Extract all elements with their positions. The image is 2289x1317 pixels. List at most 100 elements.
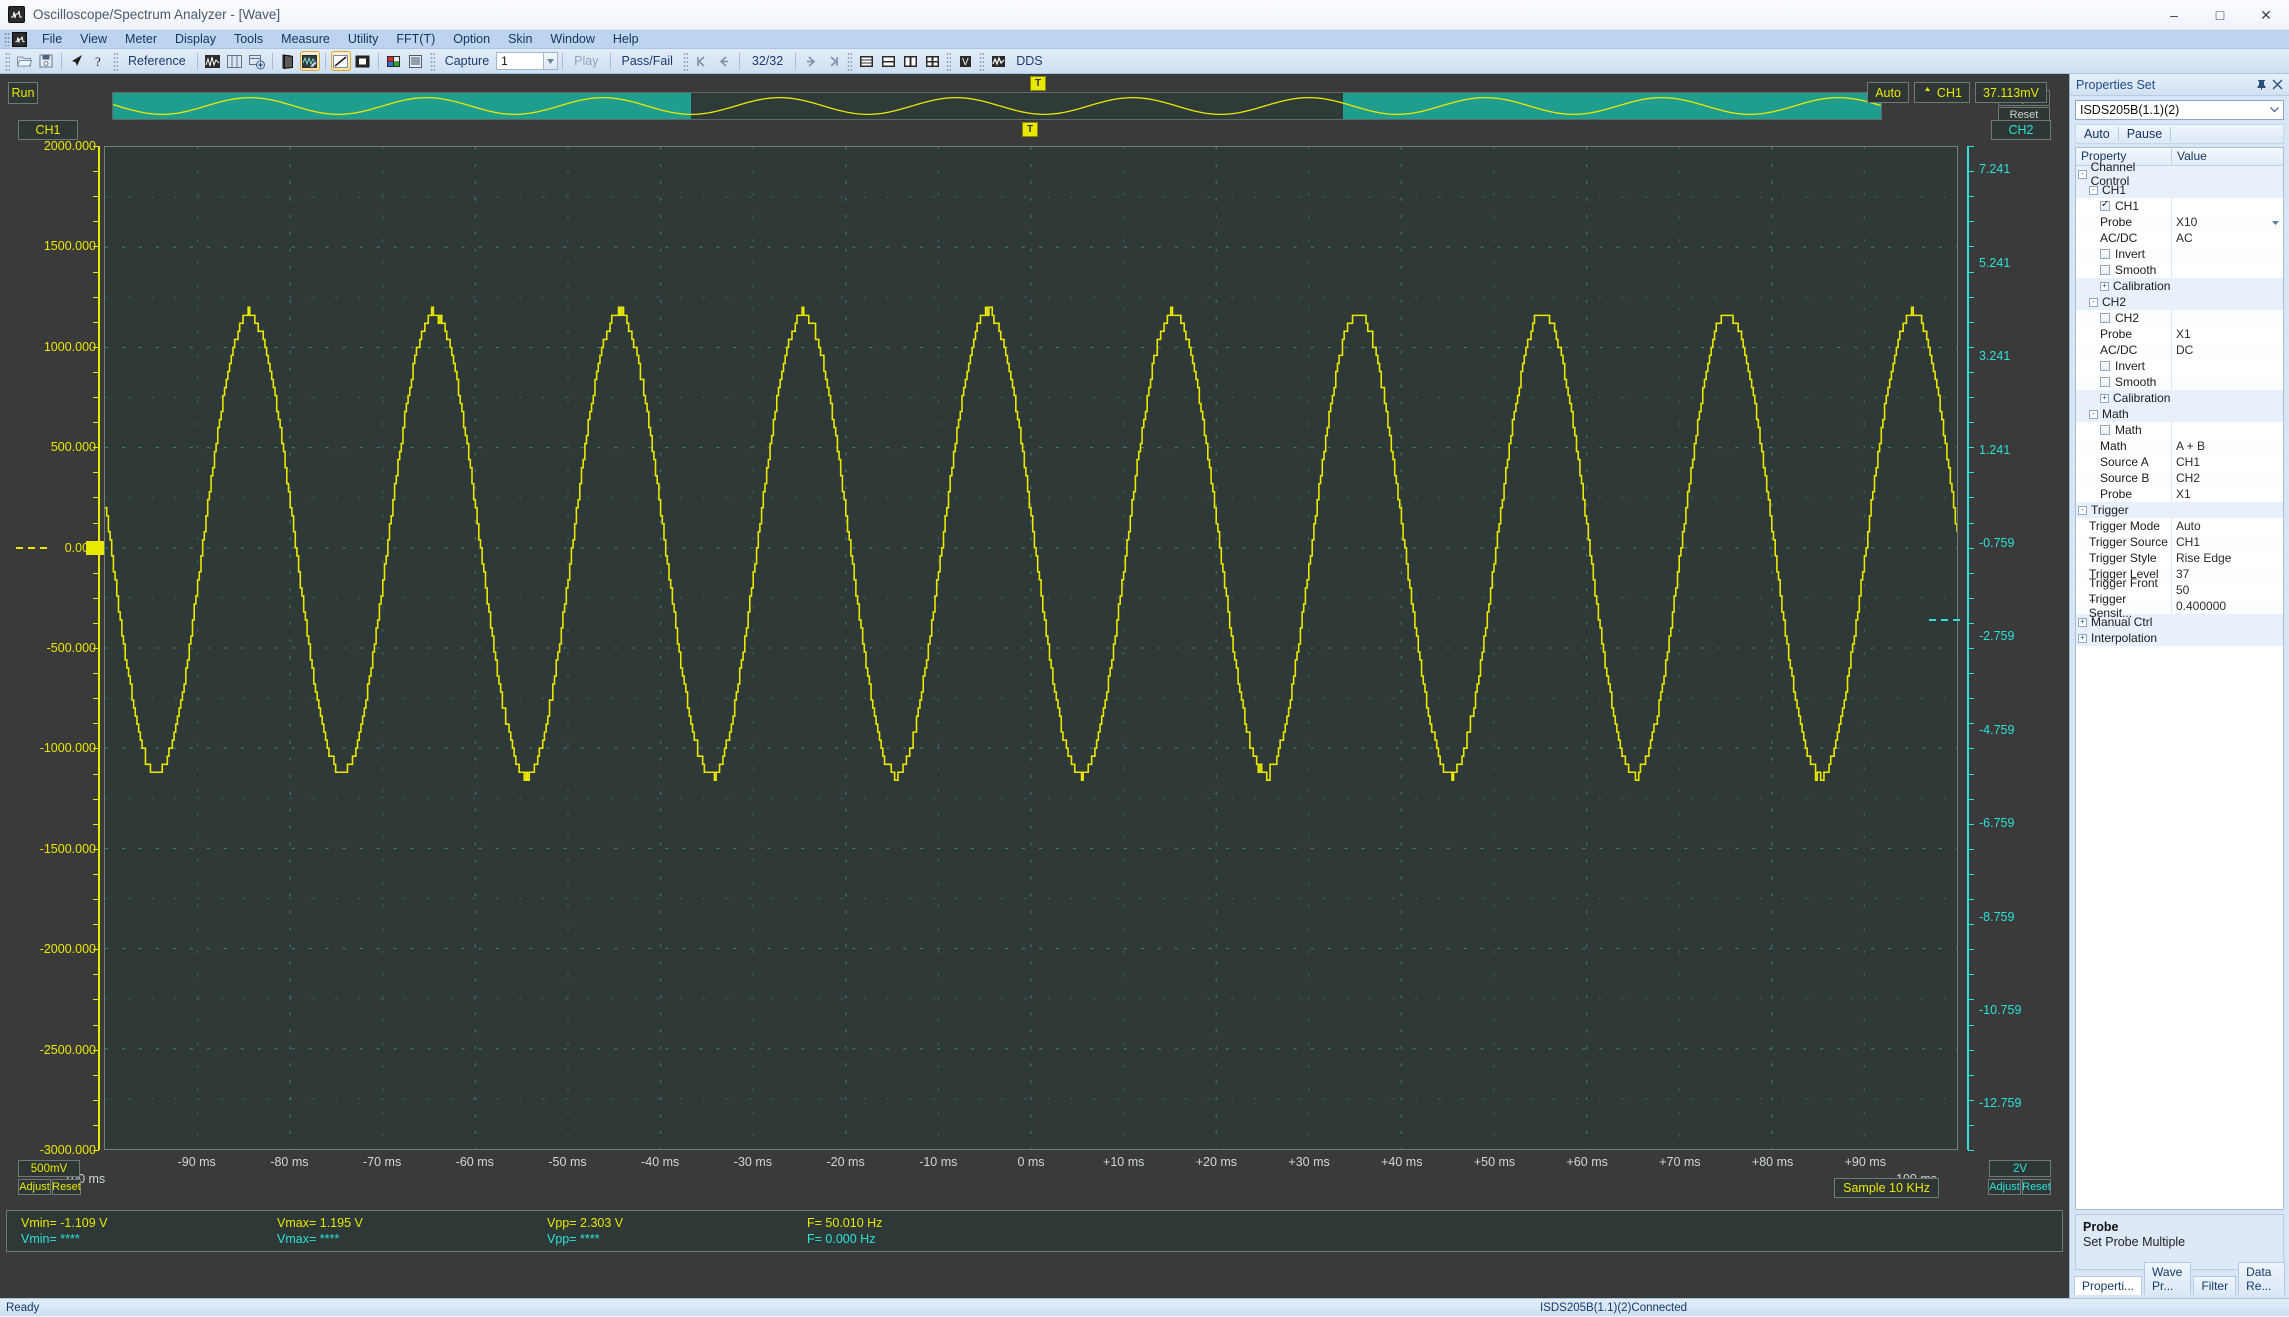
property-row[interactable]: CH1	[2076, 198, 2283, 214]
menu-item-meter[interactable]: Meter	[116, 30, 166, 49]
property-row[interactable]: Source B CH2	[2076, 470, 2283, 486]
expand-icon[interactable]: +	[2078, 617, 2087, 627]
ch1-adjust-button[interactable]: Adjust	[18, 1179, 51, 1195]
stack-view-icon[interactable]	[856, 51, 876, 71]
property-row[interactable]: + Interpolation	[2076, 630, 2283, 646]
properties-tab[interactable]: Filter	[2193, 1276, 2237, 1295]
property-row[interactable]: AC/DC AC	[2076, 230, 2283, 246]
waveform-edit-icon[interactable]	[299, 51, 320, 71]
trigger-marker-top[interactable]: T	[1030, 76, 1046, 91]
property-row[interactable]: - Math	[2076, 406, 2283, 422]
toolbar-grip-2[interactable]	[113, 51, 118, 71]
trigger-marker-plot[interactable]: T	[1022, 122, 1038, 137]
property-row[interactable]: CH2	[2076, 310, 2283, 326]
pass-fail-button[interactable]: Pass/Fail	[615, 54, 680, 68]
collapse-icon[interactable]: -	[2078, 505, 2087, 515]
nav-first-icon[interactable]	[692, 51, 712, 71]
nav-prev-icon[interactable]	[714, 51, 734, 71]
checkbox[interactable]	[2100, 265, 2110, 275]
checkbox[interactable]	[2100, 377, 2110, 387]
autoset-icon[interactable]	[203, 51, 223, 71]
open-file-icon[interactable]	[14, 51, 34, 71]
property-value[interactable]: CH1	[2172, 455, 2283, 469]
property-row[interactable]: Smooth	[2076, 262, 2283, 278]
property-row[interactable]: Invert	[2076, 358, 2283, 374]
properties-tab[interactable]: Wave Pr...	[2144, 1262, 2192, 1295]
property-row[interactable]: Trigger Mode Auto	[2076, 518, 2283, 534]
collapse-icon[interactable]: -	[2089, 185, 2098, 195]
property-row[interactable]: AC/DC DC	[2076, 342, 2283, 358]
reference-button[interactable]: Reference	[121, 54, 193, 68]
close-icon[interactable]	[2269, 77, 2285, 93]
maximize-button[interactable]: □	[2197, 0, 2243, 30]
menu-item-view[interactable]: View	[71, 30, 116, 49]
menu-item-option[interactable]: Option	[444, 30, 499, 49]
expand-icon[interactable]: +	[2078, 633, 2087, 643]
waveform-plot[interactable]	[104, 146, 1958, 1150]
ch2-axis-header[interactable]: CH2	[1991, 120, 2051, 140]
toolbar-grip-4[interactable]	[682, 51, 688, 71]
expand-icon[interactable]: +	[2100, 281, 2109, 291]
menu-grip[interactable]	[4, 32, 10, 46]
property-row[interactable]: Smooth	[2076, 374, 2283, 390]
property-row[interactable]: Invert	[2076, 246, 2283, 262]
pointer-icon[interactable]	[67, 51, 87, 71]
help-icon[interactable]: ?	[89, 51, 109, 71]
property-value[interactable]: X1	[2172, 487, 2283, 501]
property-value[interactable]: Auto	[2172, 519, 2283, 533]
save-file-icon[interactable]	[36, 51, 56, 71]
property-row[interactable]: Trigger Style Rise Edge	[2076, 550, 2283, 566]
properties-tab[interactable]: Properti...	[2074, 1276, 2143, 1295]
toolbar-grip-5[interactable]	[847, 51, 853, 71]
property-row[interactable]: Source A CH1	[2076, 454, 2283, 470]
property-value[interactable]: A + B	[2172, 439, 2283, 453]
property-row[interactable]: Probe X10	[2076, 214, 2283, 230]
checkbox[interactable]	[2100, 313, 2110, 323]
auto-button[interactable]: Auto	[2076, 127, 2118, 141]
device-select[interactable]: ISDS205B(1.1)(2)	[2075, 100, 2284, 120]
dds-icon[interactable]	[988, 51, 1008, 71]
menu-item-file[interactable]: File	[33, 30, 71, 49]
split-horizontal-icon[interactable]	[878, 51, 898, 71]
menu-item-window[interactable]: Window	[541, 30, 603, 49]
ch1-volt-scale[interactable]: 500mV	[18, 1160, 80, 1177]
pin-icon[interactable]	[2253, 77, 2269, 93]
property-row[interactable]: - CH2	[2076, 294, 2283, 310]
print-icon[interactable]	[406, 51, 426, 71]
property-value[interactable]: Rise Edge	[2172, 551, 2283, 565]
fill-tool-icon[interactable]	[353, 51, 373, 71]
ch1-reset-button[interactable]: Reset	[52, 1179, 81, 1195]
trigger-channel-badge[interactable]: CH1	[1913, 82, 1970, 103]
waveform-overview[interactable]	[112, 92, 1882, 120]
toolbar-grip-7[interactable]	[979, 51, 985, 71]
collapse-icon[interactable]: -	[2089, 297, 2098, 307]
property-row[interactable]: + Calibration	[2076, 390, 2283, 406]
checkbox[interactable]	[2100, 361, 2110, 371]
toolbar-grip-3[interactable]	[429, 51, 435, 71]
property-value[interactable]: 50	[2172, 583, 2283, 597]
property-row[interactable]: - Channel Control	[2076, 160, 2283, 188]
property-value[interactable]: 37	[2172, 567, 2283, 581]
dds-label[interactable]: DDS	[1009, 54, 1049, 68]
run-button[interactable]: Run	[8, 82, 38, 104]
menu-item-display[interactable]: Display	[166, 30, 225, 49]
menu-item-fft-t[interactable]: FFT(T)	[387, 30, 444, 49]
property-value[interactable]: AC	[2172, 231, 2283, 245]
trigger-mode-badge[interactable]: Auto	[1867, 82, 1909, 103]
table-add-icon[interactable]	[247, 51, 267, 71]
property-row[interactable]: + Manual Ctrl	[2076, 614, 2283, 630]
property-row[interactable]: Probe X1	[2076, 486, 2283, 502]
property-value[interactable]: DC	[2172, 343, 2283, 357]
toolbar-grip-1[interactable]	[5, 51, 10, 71]
collapse-icon[interactable]: -	[2078, 169, 2087, 179]
layers-icon[interactable]	[278, 51, 298, 71]
property-row[interactable]: Trigger Source CH1	[2076, 534, 2283, 550]
nav-last-icon[interactable]	[823, 51, 843, 71]
properties-tab[interactable]: Data Re...	[2238, 1262, 2285, 1295]
property-row[interactable]: Math A + B	[2076, 438, 2283, 454]
checkbox[interactable]	[2100, 199, 2110, 211]
property-value[interactable]: 0.400000	[2172, 599, 2283, 613]
capture-input[interactable]: 1	[496, 52, 545, 70]
chevron-down-icon[interactable]	[2269, 216, 2281, 229]
ch1-axis-header[interactable]: CH1	[18, 120, 78, 140]
